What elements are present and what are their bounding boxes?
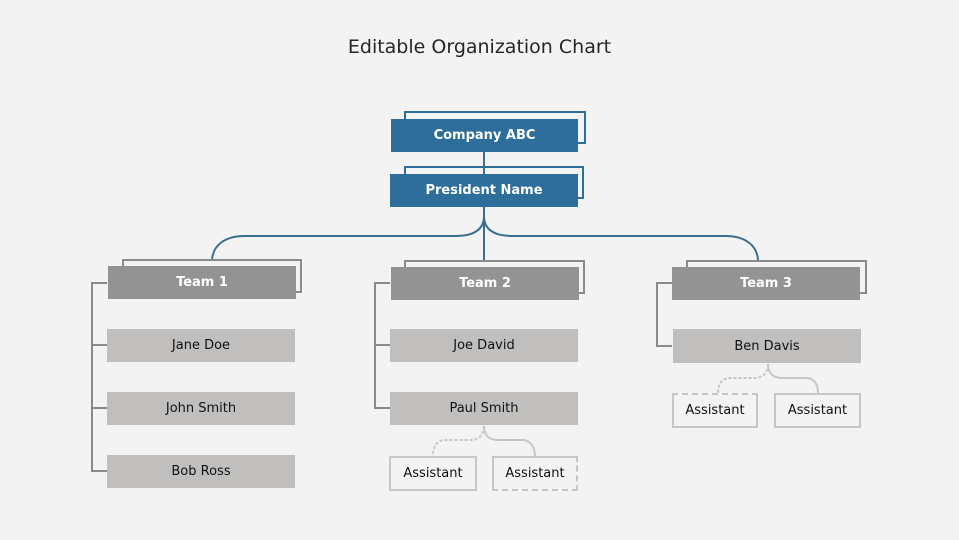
assistant-box[interactable]: Assistant [492, 456, 578, 491]
member-box[interactable]: Paul Smith [390, 392, 578, 425]
president-label: President Name [425, 183, 543, 198]
team-label: Team 3 [740, 276, 792, 291]
assistant-box[interactable]: Assistant [774, 393, 861, 428]
member-label: Ben Davis [734, 338, 800, 354]
assistant-box[interactable]: Assistant [389, 456, 477, 491]
member-label: John Smith [165, 401, 237, 416]
team-label: Team 2 [459, 276, 511, 291]
assistant-box[interactable]: Assistant [672, 393, 758, 428]
member-label: Paul Smith [449, 401, 519, 416]
president-box[interactable]: President Name [390, 174, 578, 207]
assistant-label: Assistant [403, 466, 463, 481]
assistant-label: Assistant [685, 403, 745, 418]
company-box[interactable]: Company ABC [391, 119, 578, 152]
team-label: Team 1 [176, 275, 228, 290]
member-label: Bob Ross [171, 464, 231, 479]
assistant-label: Assistant [787, 403, 848, 418]
member-box[interactable]: John Smith [107, 392, 295, 425]
assistant-label: Assistant [505, 466, 565, 481]
member-label: Joe David [453, 338, 515, 353]
company-label: Company ABC [433, 128, 536, 143]
member-label: Jane Doe [171, 338, 231, 353]
member-box[interactable]: Ben Davis [673, 329, 861, 363]
member-box[interactable]: Joe David [390, 329, 578, 362]
member-connectors [91, 282, 672, 472]
team-box[interactable]: Team 3 [672, 267, 860, 300]
member-box[interactable]: Jane Doe [107, 329, 295, 362]
member-box[interactable]: Bob Ross [107, 455, 295, 488]
team-box[interactable]: Team 1 [108, 266, 296, 299]
team-box[interactable]: Team 2 [391, 267, 579, 300]
